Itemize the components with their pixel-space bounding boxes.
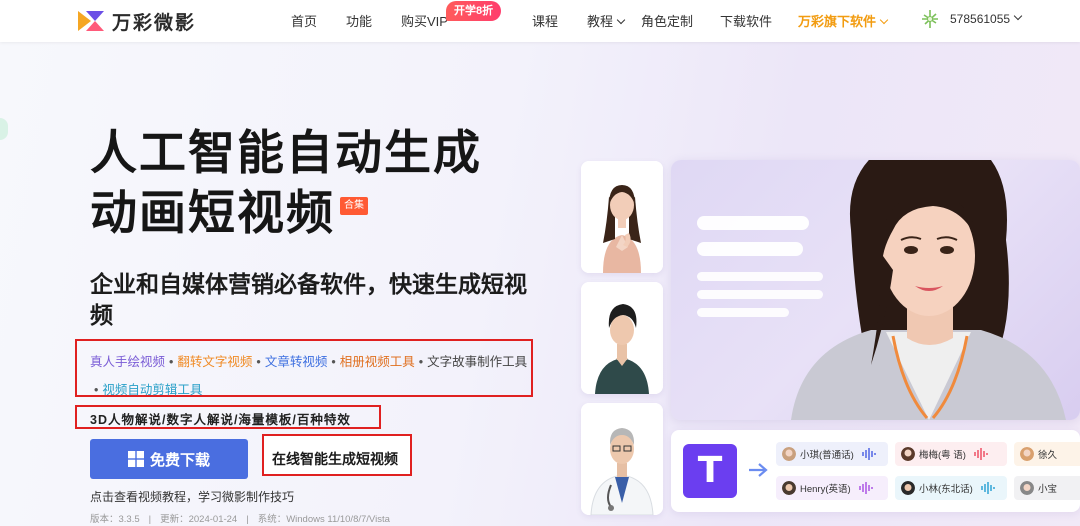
voice-chip-xiaolin[interactable]: 小林(东北话)	[895, 476, 1007, 500]
avatar-thumb-woman[interactable]	[581, 161, 663, 273]
feature-list: 3D人物解说/数字人解说/海量模板/百种特效	[90, 413, 351, 427]
voice-avatar	[901, 481, 915, 495]
hero-title-line-1: 人工智能自动生成	[90, 126, 482, 181]
chevron-down-icon	[879, 15, 889, 25]
voice-selection-panel: T 小琪(普通话) 梅梅(粤 语) 徐久 Henry(英语) 小林(东北话) 小…	[671, 430, 1080, 512]
version-separator: |	[148, 514, 152, 525]
version-number: 版本：3.3.5	[90, 514, 140, 525]
waveform-icon	[862, 448, 876, 460]
waveform-icon	[974, 448, 988, 460]
voice-chip-xujiu[interactable]: 徐久	[1014, 442, 1080, 466]
chevron-down-icon	[616, 15, 626, 25]
user-id: 578561055	[950, 12, 1011, 26]
text-tool-icon[interactable]: T	[683, 444, 737, 498]
brand-name: 万彩微影	[112, 11, 197, 34]
update-date: 更新：2024-01-24	[160, 514, 238, 525]
voice-avatar	[901, 447, 915, 461]
nav-home[interactable]: 首页	[291, 11, 317, 30]
ai-presenter-image	[697, 160, 1066, 420]
voice-chip-meimei[interactable]: 梅梅(粤 语)	[895, 442, 1007, 466]
link-album-video-tool[interactable]: 相册视频工具	[340, 355, 415, 369]
nav-buy-vip[interactable]: 购买VIP	[401, 11, 448, 30]
separator-dot: •	[169, 355, 174, 369]
nav-download[interactable]: 下载软件	[720, 11, 772, 30]
voice-label: 小林(东北话)	[919, 484, 973, 495]
nav-product-family-label: 万彩旗下软件	[798, 14, 877, 29]
nav-courses[interactable]: 课程	[532, 11, 558, 30]
version-info: 版本：3.3.5 | 更新：2024-01-24 | 系统：Windows 11/10/…	[90, 511, 390, 525]
voice-label: 梅梅(粤 语)	[919, 450, 966, 461]
voice-avatar	[782, 447, 796, 461]
windows-icon	[127, 451, 144, 467]
system-requirements: 系统：Windows 11/10/8/7/Vista	[257, 514, 390, 525]
link-auto-video-editor[interactable]: 视频自动剪辑工具	[102, 383, 202, 397]
hero-subtitle: 企业和自媒体营销必备软件，快速生成短视频	[90, 272, 527, 329]
voice-chip-henry[interactable]: Henry(英语)	[776, 476, 888, 500]
voice-avatar	[1020, 481, 1034, 495]
side-float-tab[interactable]	[0, 118, 8, 140]
woman-avatar-image	[581, 161, 663, 273]
voice-label: Henry(英语)	[800, 484, 851, 495]
hero-title-line-2: 动画短视频	[90, 186, 335, 241]
link-hand-drawn-video[interactable]: 真人手绘视频	[90, 355, 165, 369]
nav-product-family[interactable]: 万彩旗下软件	[798, 11, 889, 30]
brand-logo[interactable]: 万彩微影	[78, 8, 196, 34]
product-links: 真人手绘视频 • 翻转文字视频 • 文章转视频 • 相册视频工具 • 文字故事制作工具• 视频自动…	[90, 348, 530, 404]
link-article-to-video[interactable]: 文章转视频	[265, 355, 328, 369]
collection-tag: 合集	[340, 197, 368, 215]
voice-label: 徐久	[1038, 450, 1058, 461]
voice-label: 小宝	[1038, 484, 1058, 495]
separator-dot: •	[331, 355, 336, 369]
vip-discount-badge: 开学8折	[446, 1, 502, 21]
voice-chip-xiaobao[interactable]: 小宝	[1014, 476, 1080, 500]
avatar	[922, 10, 938, 28]
nav-tutorials[interactable]: 教程	[587, 11, 626, 30]
nav-role-custom[interactable]: 角色定制	[641, 11, 693, 30]
avatar-thumb-doctor[interactable]	[581, 403, 663, 515]
separator-dot: •	[418, 355, 424, 369]
brand-logo-icon	[78, 11, 104, 31]
hero-title: 人工智能自动生成 动画短视频	[90, 124, 482, 244]
link-flip-text-video[interactable]: 翻转文字视频	[177, 355, 252, 369]
voice-avatar	[782, 481, 796, 495]
voice-chip-xiaoqi[interactable]: 小琪(普通话)	[776, 442, 888, 466]
link-text-story-tool[interactable]: 文字故事制作工具	[427, 355, 527, 369]
avatar-thumb-man[interactable]	[581, 282, 663, 394]
nav-features[interactable]: 功能	[346, 11, 372, 30]
chevron-down-icon	[1013, 11, 1023, 21]
separator-dot: •	[256, 355, 261, 369]
separator-dot: •	[94, 383, 99, 397]
doctor-avatar-image	[581, 403, 663, 515]
voice-label: 小琪(普通话)	[800, 450, 854, 461]
presenter-preview-card	[671, 160, 1080, 420]
version-separator: |	[246, 514, 249, 525]
nav-tutorials-label: 教程	[587, 14, 614, 29]
waveform-icon	[981, 482, 995, 494]
tutorial-link[interactable]: 点击查看视频教程，学习微影制作技巧	[90, 488, 294, 505]
waveform-icon	[858, 482, 873, 494]
free-download-label: 免费下载	[149, 451, 210, 469]
voice-avatar	[1020, 447, 1034, 461]
online-generate-button[interactable]: 在线智能生成短视频	[272, 449, 398, 469]
top-nav: 万彩微影 首页 功能 购买VIP 开学8折 课程 教程 角色定制 下载软件 万彩…	[0, 0, 1080, 42]
free-download-button[interactable]: 免费下载	[90, 439, 248, 479]
user-menu[interactable]: 578561055	[920, 9, 1023, 29]
arrow-right-icon	[749, 463, 768, 477]
man-avatar-image	[581, 282, 663, 394]
